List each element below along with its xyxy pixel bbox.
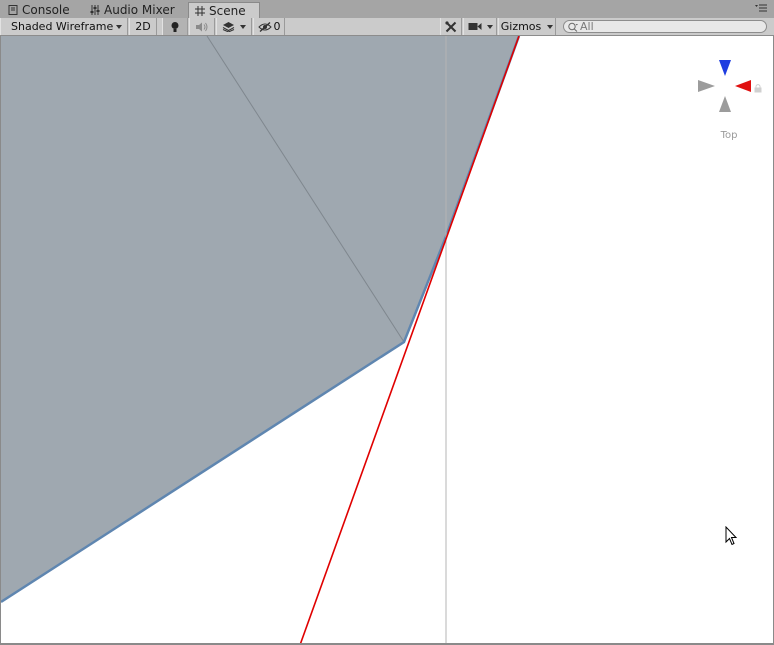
- gizmo-x-cone[interactable]: [735, 80, 751, 92]
- speaker-icon: [196, 22, 208, 31]
- hidden-objects-count: 0: [273, 20, 281, 33]
- lightbulb-icon: [171, 21, 179, 32]
- camera-settings-dropdown[interactable]: [463, 18, 497, 35]
- hidden-eye-icon: [257, 21, 272, 32]
- 2d-toggle-label: 2D: [135, 20, 151, 33]
- tab-audio-mixer-label: Audio Mixer: [104, 3, 175, 17]
- gizmos-label: Gizmos: [500, 20, 542, 33]
- gizmos-dropdown[interactable]: Gizmos: [498, 18, 556, 35]
- hidden-objects-toggle[interactable]: 0: [253, 18, 285, 35]
- gizmo-neg-y-cone[interactable]: [719, 96, 731, 112]
- chevron-down-icon: [486, 24, 493, 29]
- audio-mixer-icon: [90, 5, 100, 15]
- scene-viewport[interactable]: Top: [0, 36, 774, 645]
- effects-dropdown[interactable]: [216, 18, 252, 35]
- tools-toggle-button[interactable]: [440, 18, 462, 35]
- scene-grid-icon: [195, 5, 205, 16]
- tab-console[interactable]: Console: [2, 2, 76, 18]
- tab-scene[interactable]: Scene: [188, 2, 260, 18]
- view-orientation-label[interactable]: Top: [707, 130, 751, 141]
- gizmo-y-cone[interactable]: [719, 60, 731, 76]
- tab-console-label: Console: [22, 3, 70, 17]
- draw-mode-label: Shaded Wireframe: [11, 20, 114, 33]
- chevron-down-icon: [547, 24, 554, 29]
- mouse-cursor-icon: [725, 526, 738, 546]
- hierarchy-search-input[interactable]: All: [563, 20, 767, 33]
- tab-bar: Console Audio Mixer Scene: [0, 0, 774, 18]
- lock-icon[interactable]: [753, 83, 763, 93]
- gizmo-neg-x-cone[interactable]: [698, 80, 715, 92]
- search-placeholder: All: [580, 20, 594, 33]
- tools-icon: [445, 20, 457, 32]
- camera-icon: [468, 23, 481, 30]
- scene-canvas: [1, 36, 751, 643]
- console-icon: [8, 5, 18, 15]
- draw-mode-dropdown[interactable]: Shaded Wireframe: [0, 18, 128, 35]
- chevron-down-icon: [116, 24, 122, 29]
- window-menu-icon[interactable]: [754, 3, 768, 13]
- tab-audio-mixer[interactable]: Audio Mixer: [84, 2, 181, 18]
- chevron-down-icon: [240, 24, 246, 29]
- 2d-toggle-button[interactable]: 2D: [129, 18, 157, 35]
- tab-scene-label: Scene: [209, 3, 246, 18]
- layers-icon: [222, 22, 235, 32]
- orientation-gizmo[interactable]: [698, 60, 751, 112]
- audio-toggle-button[interactable]: [189, 18, 215, 35]
- mesh-polygon: [1, 36, 519, 602]
- search-icon: [568, 22, 578, 32]
- lighting-toggle-button[interactable]: [162, 18, 188, 35]
